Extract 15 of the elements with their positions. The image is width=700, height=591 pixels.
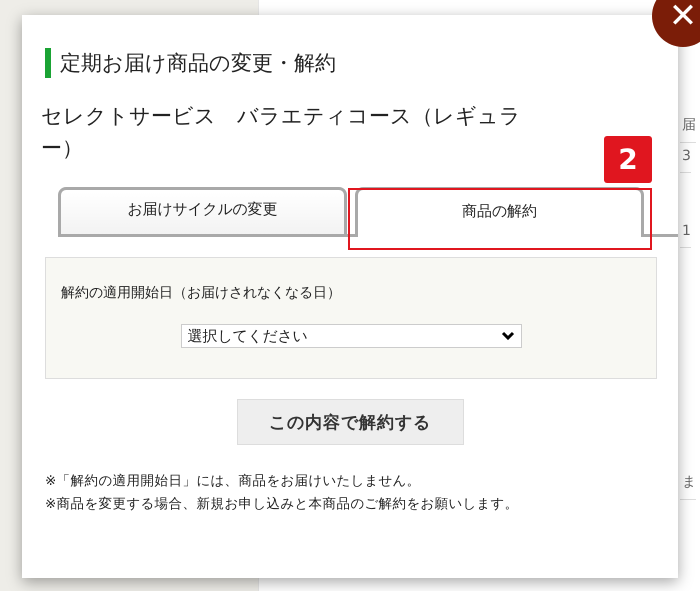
- background-text: 1: [680, 215, 691, 248]
- step-number: 2: [604, 136, 652, 183]
- tab[interactable]: 商品の解約: [355, 187, 644, 237]
- tab[interactable]: お届けサイクルの変更: [58, 187, 347, 234]
- cancel-subscription-button[interactable]: この内容で解約する: [236, 399, 464, 445]
- note-text: ※「解約の適用開始日」には、商品をお届けいたしません。: [45, 472, 422, 491]
- note-text: ※商品を変更する場合、新規お申し込みと本商品のご解約をお願いします。: [45, 495, 520, 514]
- dialog-title: 定期お届け商品の変更・解約: [60, 50, 336, 77]
- background-text: 届: [680, 108, 696, 143]
- field-label: 解約の適用開始日（お届けされなくなる日）: [61, 284, 342, 302]
- background-text: 3: [680, 140, 691, 173]
- background-text: ま: [680, 465, 696, 500]
- course-name: セレクトサービス バラエティコース（レギュラー）: [41, 103, 522, 162]
- date-select[interactable]: 選択してください: [180, 324, 522, 348]
- close-button[interactable]: ✕: [652, 0, 700, 47]
